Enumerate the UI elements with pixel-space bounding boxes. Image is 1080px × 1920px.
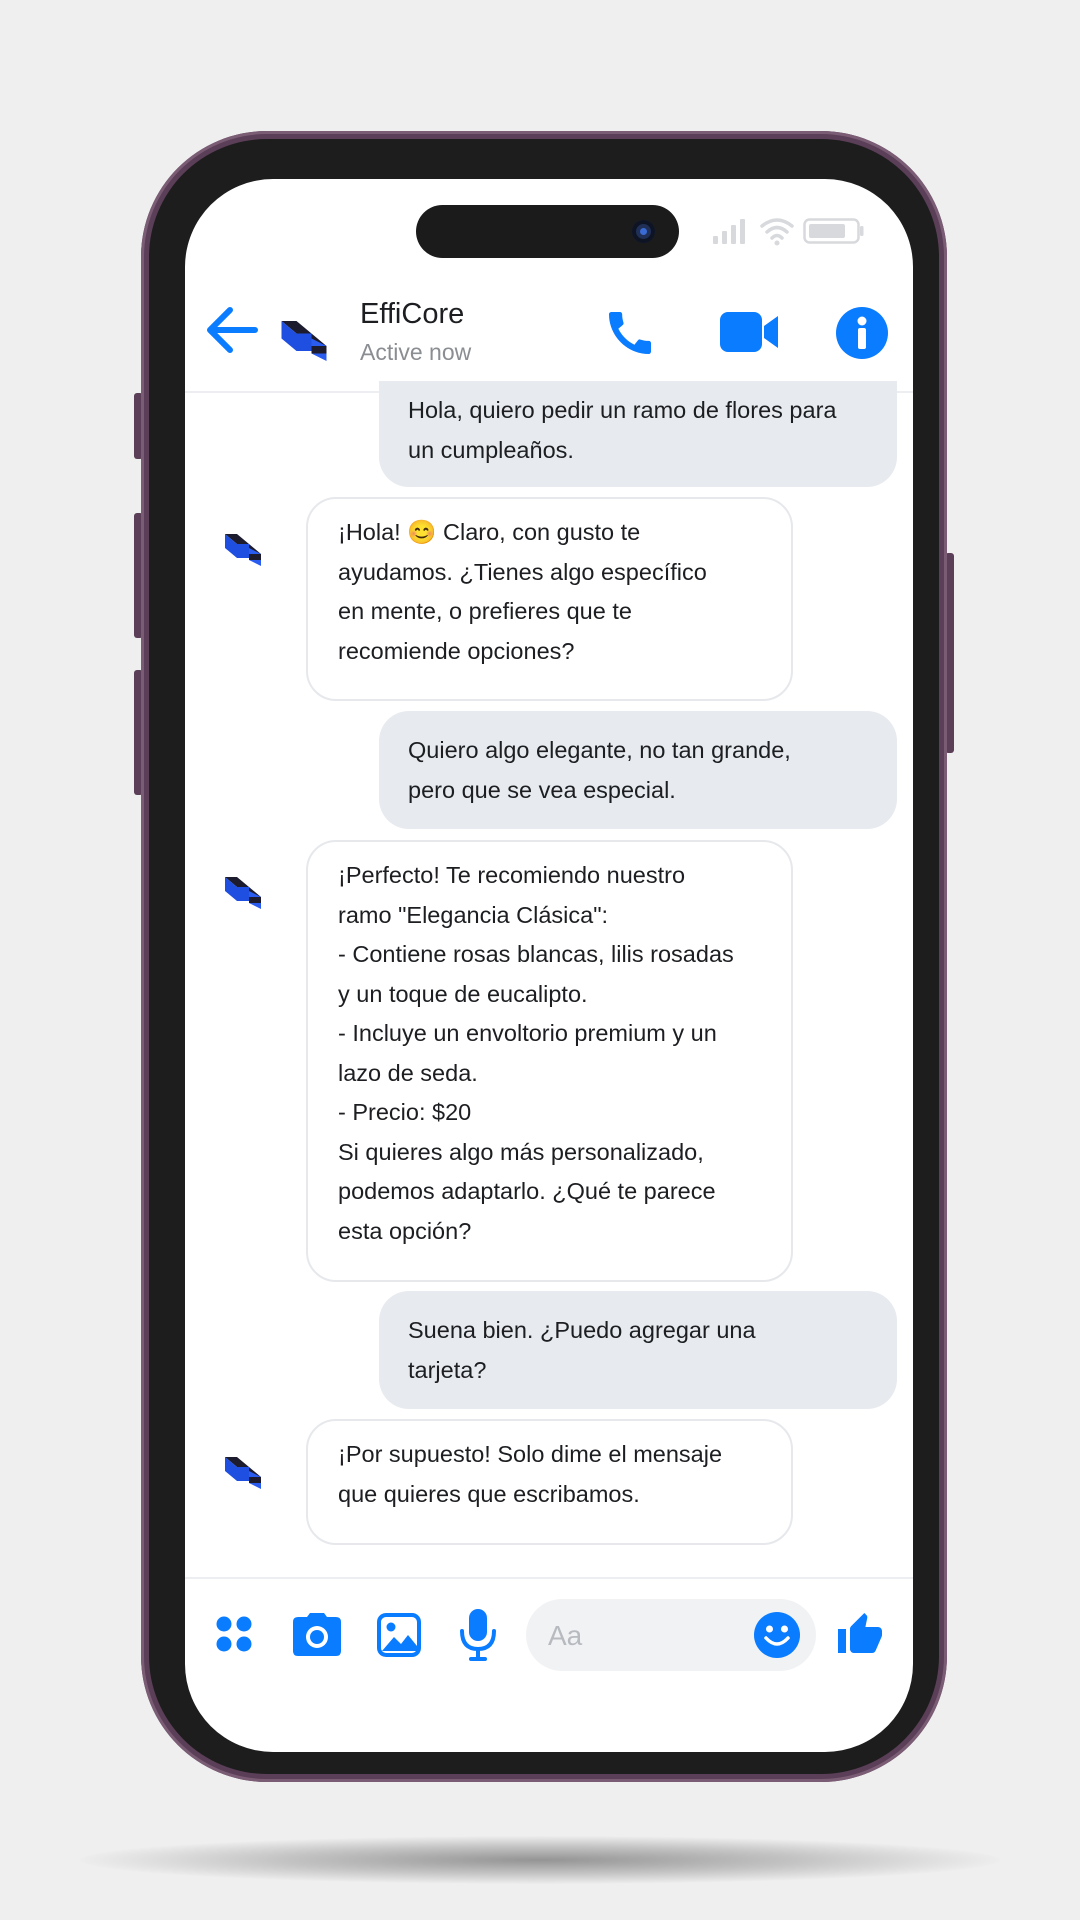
message-line: ¡Perfecto! Te recomiendo nuestro [338,862,686,888]
efficore-logo[interactable] [279,311,329,361]
presence-status: Active now [360,339,472,365]
efficore-avatar [225,534,261,566]
message-outgoing: Suena bien. ¿Puedo agregar una tarjeta? [379,1291,897,1409]
message-list[interactable]: Hola, quiero pedir un ramo de flores par… [185,381,913,1577]
message-line: Hola, quiero pedir un ramo de flores par… [408,397,837,423]
phone-icon[interactable] [602,305,658,361]
wifi-icon [760,218,794,246]
message-line: ¡Por supuesto! Solo dime el mensaje [338,1441,723,1467]
message-input[interactable] [546,1613,730,1659]
thumbs-up-icon[interactable] [836,1611,884,1659]
message-line: lazo de seda. [338,1059,478,1086]
efficore-avatar [225,877,261,909]
video-camera-icon[interactable] [719,308,779,356]
message-composer[interactable] [526,1599,816,1671]
message-line: - Contiene rosas blancas, lilis rosadas [338,941,734,967]
composer-bar [185,1577,913,1752]
message-line: - Precio: $20 [338,1099,472,1125]
message-line: que quieres que escribamos. [338,1480,640,1507]
emoji-icon[interactable] [754,1612,800,1658]
message-incoming: ¡Por supuesto! Solo dime el mensaje que … [306,1419,793,1545]
message-outgoing: Quiero algo elegante, no tan grande, per… [379,711,897,829]
contact-name[interactable]: EffiCore [360,298,464,331]
microphone-icon[interactable] [458,1609,498,1661]
message-line: y un toque de eucalipto. [338,980,588,1007]
message-line: ramo "Elegancia Clásica": [338,901,609,928]
front-camera [632,220,655,243]
image-icon[interactable] [377,1613,421,1657]
phone-shadow [80,1836,1000,1884]
phone-frame: EffiCore Active now Hola, quiero pedir u… [141,131,947,1782]
message-line: podemos adaptarlo. ¿Qué te parece [338,1178,716,1204]
message-line: un cumpleaños. [408,436,574,463]
info-icon[interactable] [836,307,888,359]
message-line: ayudamos. ¿Tienes algo específico [338,558,707,585]
phone-bezel: EffiCore Active now Hola, quiero pedir u… [149,139,939,1774]
message-line: en mente, o prefieres que te [338,598,632,624]
message-line: ¡Hola! 😊 Claro, con gusto te [338,519,641,545]
apps-icon[interactable] [215,1615,253,1653]
back-arrow-icon[interactable] [203,301,261,359]
message-line: Quiero algo elegante, no tan grande, [408,737,791,763]
dynamic-island [416,205,679,258]
message-line: esta opción? [338,1217,472,1244]
battery-icon [803,218,864,244]
efficore-avatar [225,1457,261,1489]
message-line: Si quieres algo más personalizado, [338,1138,704,1165]
message-line: recomiende opciones? [338,637,575,664]
message-line: Suena bien. ¿Puedo agregar una [408,1317,756,1343]
message-line: - Incluye un envoltorio premium y un [338,1020,717,1046]
message-incoming: ¡Hola! 😊 Claro, con gusto te ayudamos. ¿… [306,497,793,701]
phone-screen: EffiCore Active now Hola, quiero pedir u… [185,179,913,1752]
chat-header: EffiCore Active now [185,275,913,393]
signal-icon [713,219,745,244]
message-line: tarjeta? [408,1356,487,1383]
message-incoming: ¡Perfecto! Te recomiendo nuestro ramo "E… [306,840,793,1282]
message-outgoing: Hola, quiero pedir un ramo de flores par… [379,381,897,487]
message-line: pero que se vea especial. [408,776,676,803]
camera-icon[interactable] [292,1613,342,1657]
